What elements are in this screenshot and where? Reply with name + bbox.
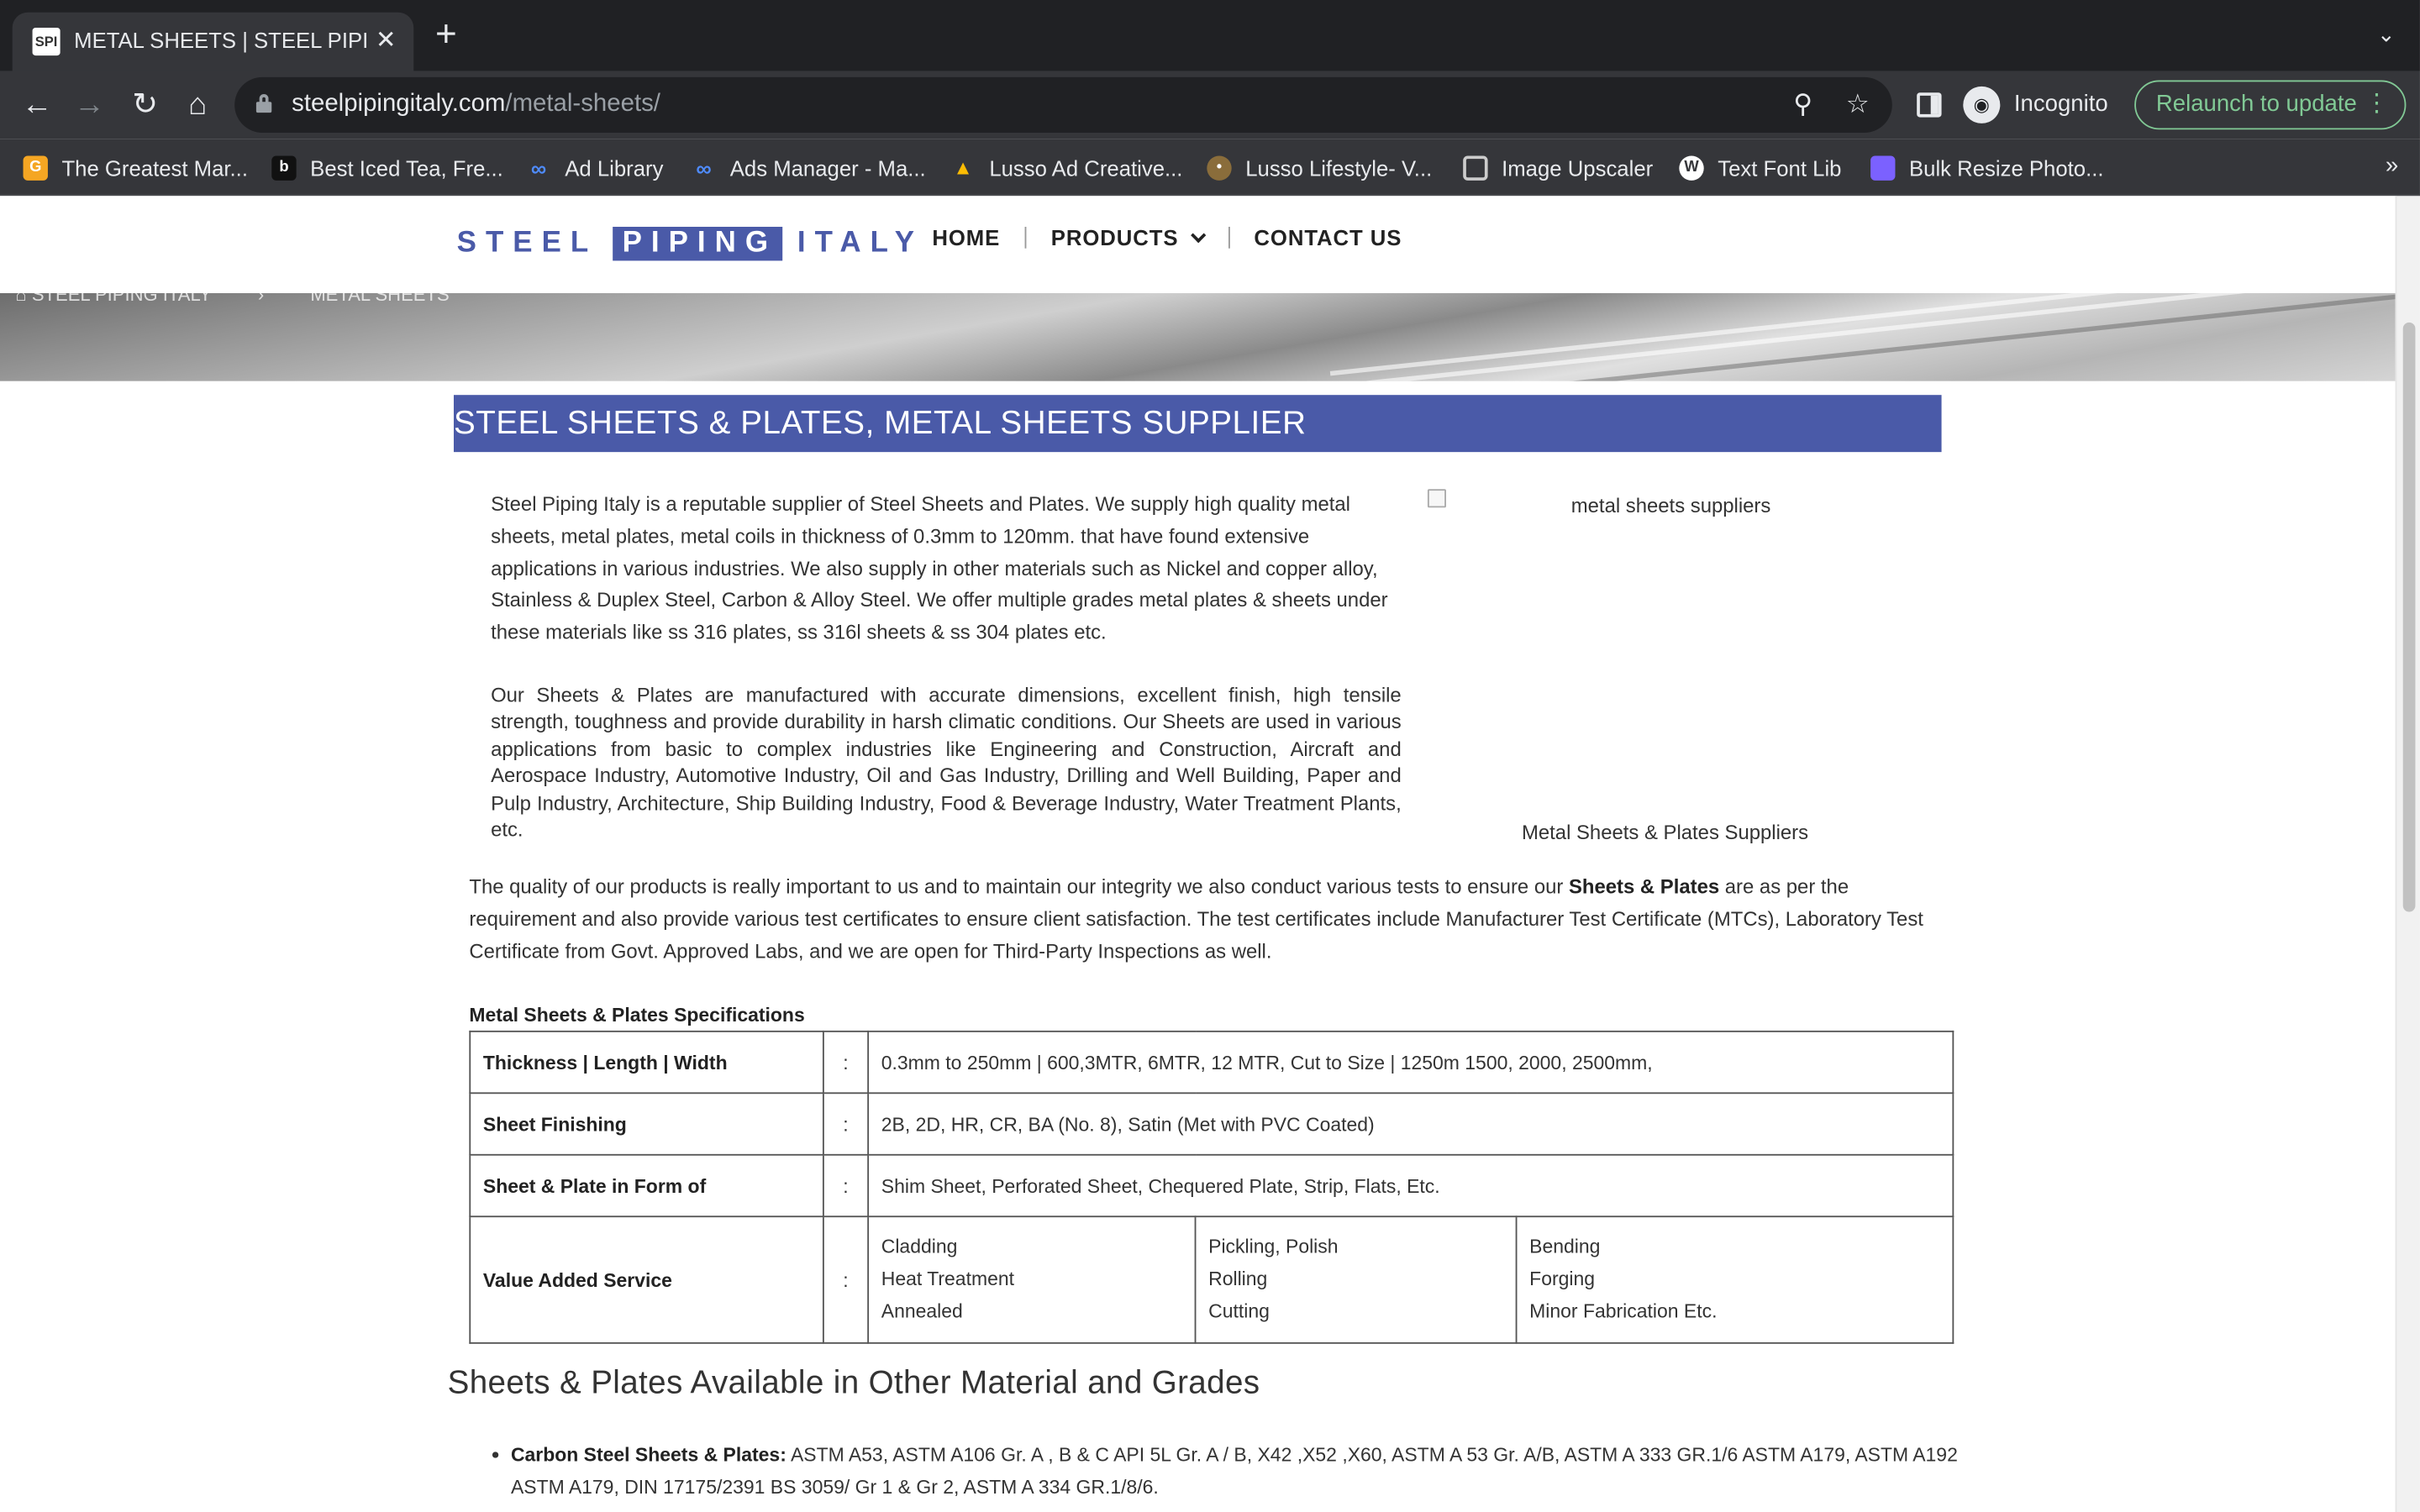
table-row: Sheet & Plate in Form of : Shim Sheet, P…	[469, 1153, 1954, 1218]
incognito-icon[interactable]: ◉	[1963, 86, 2001, 123]
more-menu-icon[interactable]: ⋮	[2365, 81, 2389, 128]
scrollbar-thumb[interactable]	[2402, 322, 2416, 912]
lock-icon[interactable]	[255, 94, 272, 113]
service-column: Bending Forging Minor Fabrication Etc.	[1515, 1215, 1954, 1344]
product-image: metal sheets suppliers	[1424, 489, 1918, 782]
resize-icon	[1870, 155, 1896, 181]
applications-paragraph: Our Sheets & Plates are manufactured wit…	[491, 683, 1402, 842]
spec-colon: :	[822, 1030, 870, 1095]
new-tab-button[interactable]: +	[435, 16, 457, 53]
bookmark-item[interactable]: b Best Iced Tea, Fre...	[271, 153, 503, 184]
spec-label: Value Added Service	[469, 1215, 824, 1344]
table-row: Thickness | Length | Width : 0.3mm to 25…	[469, 1030, 1954, 1095]
spec-value: Shim Sheet, Perforated Sheet, Chequered …	[867, 1153, 1954, 1218]
spec-table-title: Metal Sheets & Plates Specifications	[469, 1004, 805, 1026]
browser-toolbar: ← → ↻ ⌂ steelpipingitaly.com/metal-sheet…	[0, 71, 2420, 139]
page-scrollbar[interactable]	[2395, 196, 2420, 1512]
bookmark-star-icon[interactable]: ☆	[1846, 90, 1870, 121]
nav-products[interactable]: PRODUCTS	[1051, 225, 1206, 250]
bookmark-item[interactable]: ∞ Ads Manager - Ma...	[692, 153, 925, 184]
url-text[interactable]: steelpipingitaly.com/metal-sheets/	[292, 91, 660, 118]
upscaler-icon	[1463, 155, 1488, 181]
site-logo[interactable]: STEEL PIPING ITALY	[457, 226, 923, 261]
home-icon[interactable]: ⌂	[179, 87, 216, 123]
spec-table: Thickness | Length | Width : 0.3mm to 25…	[469, 1030, 1954, 1344]
bookmark-item[interactable]: W Text Font Lib	[1679, 153, 1841, 184]
bookmark-item[interactable]: Image Upscaler	[1463, 153, 1653, 184]
spec-label: Sheet Finishing	[469, 1092, 824, 1156]
tab-close-icon[interactable]: ✕	[371, 24, 402, 55]
list-item: Carbon Steel Sheets & Plates: ASTM A53, …	[492, 1440, 1961, 1504]
forward-arrow-icon[interactable]: →	[71, 87, 108, 123]
chevron-down-icon	[1190, 228, 1206, 244]
browser-tab-active[interactable]: SPI METAL SHEETS | STEEL PIPING ITALY ✕	[12, 12, 414, 71]
quality-paragraph: The quality of our products is really im…	[469, 874, 1923, 963]
image-alt-text: metal sheets suppliers	[1570, 493, 1771, 517]
tab-title: METAL SHEETS | STEEL PIPING ITALY	[74, 28, 367, 53]
person-icon: •	[1207, 155, 1232, 181]
bookmarks-bar: G The Greatest Mar... b Best Iced Tea, Fre…	[0, 139, 2420, 197]
bookmark-item[interactable]: • Lusso Lifestyle- V...	[1207, 153, 1432, 184]
spec-value: 0.3mm to 250mm | 600,3MTR, 6MTR, 12 MTR,…	[867, 1030, 1954, 1095]
breadcrumb-current: METAL SHEETS	[310, 292, 450, 306]
table-row: Sheet Finishing : 2B, 2D, HR, CR, BA (No…	[469, 1092, 1954, 1156]
main-nav: HOME PRODUCTS CONTACT US	[932, 225, 1402, 249]
hero-banner: ⌂ STEEL PIPING ITALY › METAL SHEETS	[0, 292, 2396, 381]
page-title-bar: STEEL SHEETS & PLATES, METAL SHEETS SUPP…	[453, 395, 1942, 453]
nav-contact-us[interactable]: CONTACT US	[1254, 225, 1402, 249]
tab-search-chevron-icon[interactable]: ⌄	[2377, 22, 2396, 48]
tab-strip: SPI METAL SHEETS | STEEL PIPING ITALY ✕ …	[0, 0, 2420, 71]
image-caption: Metal Sheets & Plates Suppliers	[1521, 821, 1809, 844]
spec-value: 2B, 2D, HR, CR, BA (No. 8), Satin (Met w…	[867, 1092, 1954, 1156]
meta-icon: ∞	[696, 155, 712, 181]
side-panel-icon[interactable]	[1917, 92, 1942, 118]
site-favicon-icon: SPI	[32, 28, 60, 56]
relaunch-button[interactable]: Relaunch to update ⋮	[2134, 80, 2407, 130]
drive-icon: ▲	[953, 155, 973, 180]
breadcrumb: ⌂ STEEL PIPING ITALY › METAL SHEETS	[15, 293, 449, 306]
reload-icon[interactable]: ↻	[127, 87, 164, 123]
meta-icon: ∞	[530, 155, 547, 181]
wordpress-icon: W	[1679, 155, 1704, 181]
breadcrumb-item[interactable]: STEEL PIPING ITALY	[32, 293, 212, 306]
breadcrumb-home-icon[interactable]: ⌂	[15, 293, 31, 306]
incognito-label[interactable]: Incognito	[2014, 91, 2108, 117]
bookmark-item[interactable]: ▲ Lusso Ad Creative...	[950, 153, 1182, 184]
back-arrow-icon[interactable]: ←	[18, 87, 55, 123]
spec-colon: :	[822, 1092, 870, 1156]
table-row: Value Added Service : Cladding Heat Trea…	[469, 1215, 1954, 1344]
bookmark-item[interactable]: G The Greatest Mar...	[23, 153, 248, 184]
bookmark-item[interactable]: Bulk Resize Photo...	[1870, 153, 2104, 184]
other-materials-heading: Sheets & Plates Available in Other Mater…	[447, 1365, 1260, 1401]
address-bar[interactable]: steelpipingitaly.com/metal-sheets/ ⚲ ☆	[234, 76, 1892, 133]
web-page: STEEL PIPING ITALY HOME PRODUCTS CONTACT…	[0, 196, 2396, 1512]
nav-divider	[1228, 226, 1230, 249]
g-logo-icon: G	[23, 155, 48, 181]
intro-paragraph: Steel Piping Italy is a reputable suppli…	[491, 491, 1388, 644]
zoom-icon[interactable]: ⚲	[1793, 90, 1812, 121]
service-column: Pickling, Polish Rolling Cutting	[1194, 1215, 1518, 1344]
spec-label: Thickness | Length | Width	[469, 1030, 824, 1095]
site-header: STEEL PIPING ITALY HOME PRODUCTS CONTACT…	[0, 196, 2396, 293]
b-logo-icon: b	[271, 155, 297, 181]
more-bookmarks-icon[interactable]: »	[2386, 153, 2398, 179]
page-title: STEEL SHEETS & PLATES, METAL SHEETS SUPP…	[453, 406, 1307, 442]
nav-divider	[1024, 226, 1027, 249]
spec-colon: :	[822, 1153, 870, 1218]
spec-colon: :	[822, 1215, 870, 1344]
spec-label: Sheet & Plate in Form of	[469, 1153, 824, 1218]
bookmark-item[interactable]: ∞ Ad Library	[526, 153, 664, 184]
nav-home[interactable]: HOME	[932, 225, 1000, 249]
service-column: Cladding Heat Treatment Annealed	[867, 1215, 1197, 1344]
broken-image-icon	[1427, 489, 1446, 508]
